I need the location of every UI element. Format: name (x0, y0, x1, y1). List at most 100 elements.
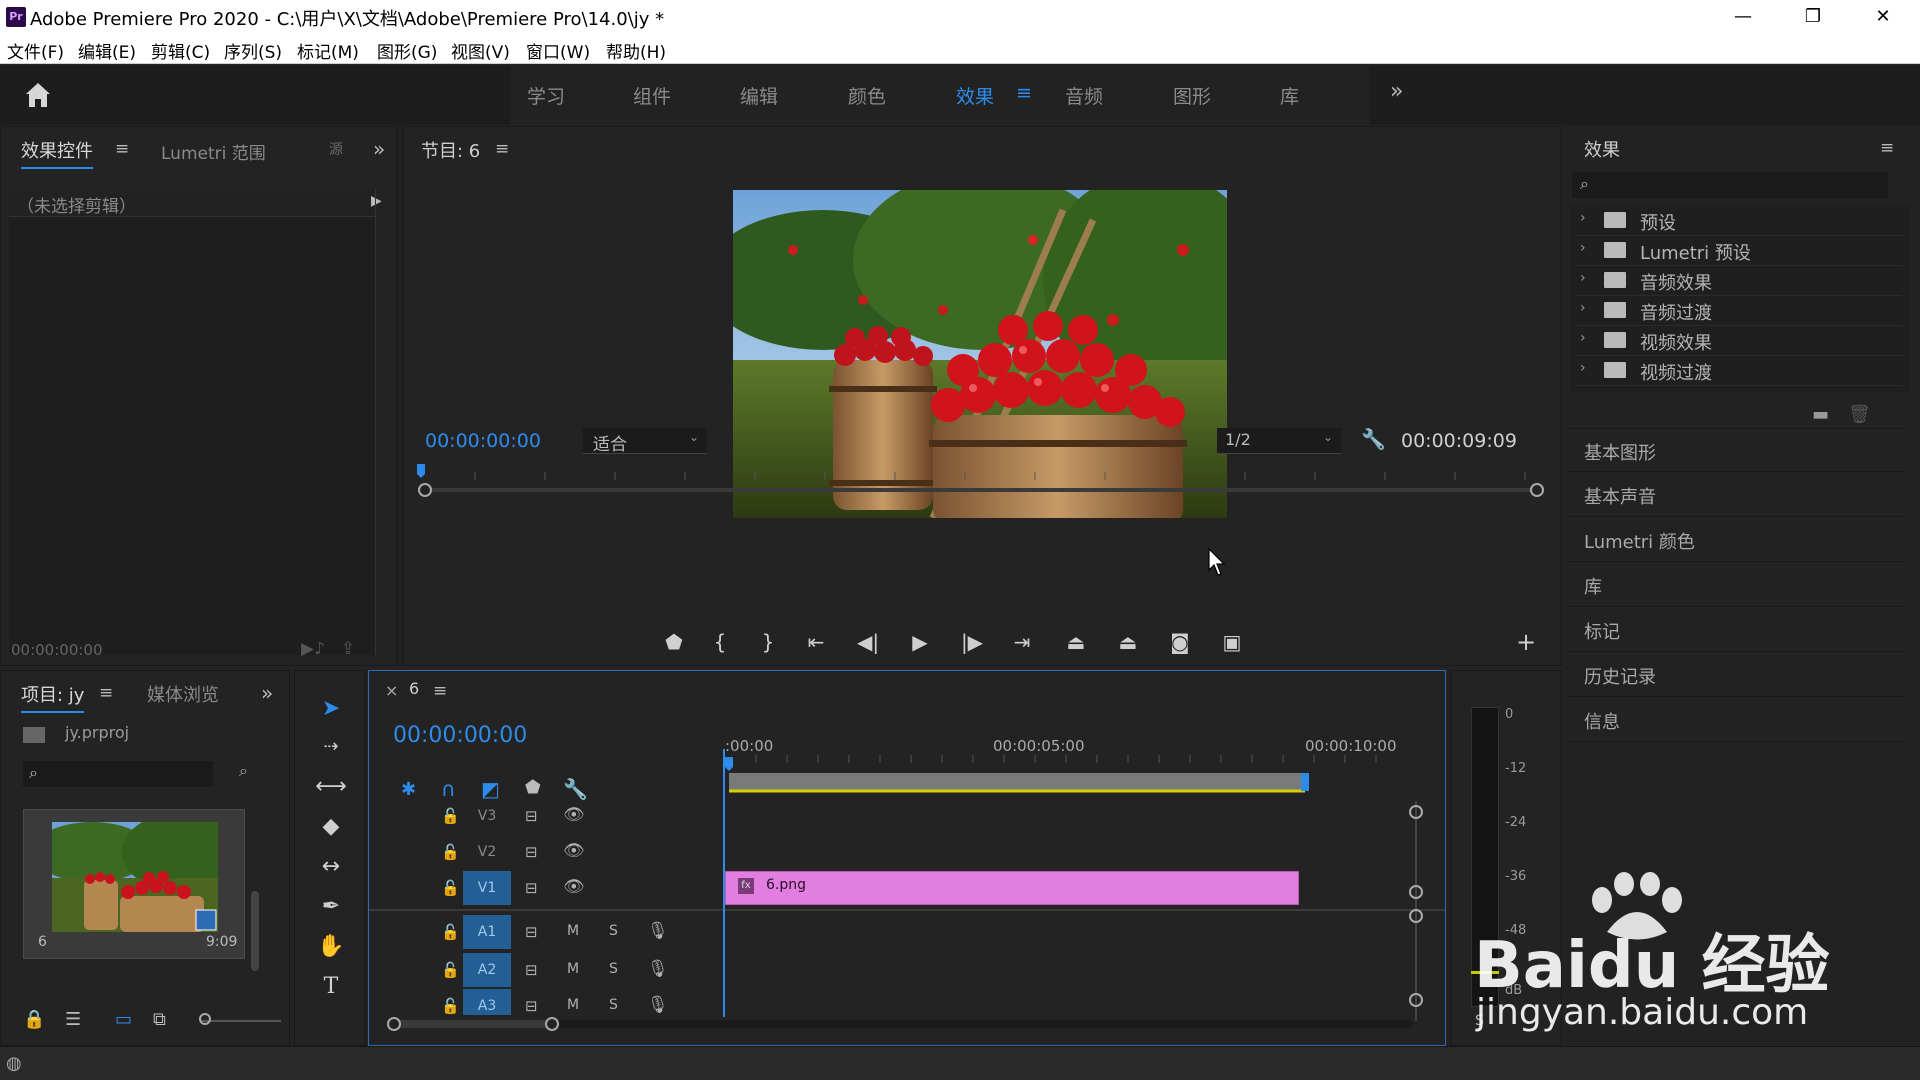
go-to-out-icon[interactable]: ⇥ (1007, 627, 1037, 657)
type-tool-icon[interactable]: T (313, 969, 349, 1005)
solo-button[interactable]: S (609, 923, 618, 939)
ws-tab-effects[interactable]: 效果 (956, 82, 994, 109)
menu-sequence[interactable]: 序列(S) (224, 38, 282, 63)
tab-source[interactable]: 源 (329, 139, 343, 159)
menu-help[interactable]: 帮助(H) (606, 38, 666, 63)
solo-button[interactable]: S (609, 997, 618, 1013)
zoom-slider[interactable] (201, 1020, 281, 1022)
export-icon[interactable]: ⇪ (341, 639, 355, 659)
zoom-handle-left[interactable] (387, 1017, 401, 1031)
menu-file[interactable]: 文件(F) (7, 38, 64, 63)
section-libraries[interactable]: 库 (1566, 563, 1906, 607)
lock-track-icon[interactable]: 🔓 (441, 961, 460, 979)
program-title[interactable]: 节目: 6 (421, 137, 480, 163)
hand-tool-icon[interactable]: ✋ (313, 929, 349, 965)
menu-view[interactable]: 视图(V) (451, 38, 510, 63)
restore-button[interactable]: ❐ (1778, 0, 1848, 34)
section-info[interactable]: 信息 (1566, 698, 1906, 742)
comparison-view-icon[interactable]: ▣ (1217, 627, 1247, 657)
nest-toggle-icon[interactable]: ✱ (401, 779, 416, 800)
tab-media-browser[interactable]: 媒体浏览 (147, 681, 219, 707)
ws-tab-assembly[interactable]: 组件 (633, 82, 671, 109)
sync-lock-icon[interactable]: ⊟ (525, 843, 538, 861)
menu-graphics[interactable]: 图形(G) (377, 38, 437, 63)
ws-tab-graphics[interactable]: 图形 (1173, 82, 1211, 109)
folder-audio-effects[interactable]: › 音频效果 (1576, 266, 1902, 296)
lift-icon[interactable]: ⏏ (1061, 627, 1091, 657)
ripple-edit-tool-icon[interactable]: ⟷ (313, 769, 349, 805)
resolution-dropdown[interactable]: 1/2 ⌄ (1217, 428, 1341, 454)
project-item-thumbnail[interactable]: 6 9:09 (23, 809, 245, 959)
sync-lock-icon[interactable]: ⊟ (525, 961, 538, 979)
track-label[interactable]: V2 (463, 835, 511, 869)
section-essential-sound[interactable]: 基本声音 (1566, 473, 1906, 517)
step-back-icon[interactable]: ◀| (853, 627, 883, 657)
horizontal-scrollbar-thumb[interactable] (393, 1020, 553, 1028)
ws-tab-color[interactable]: 颜色 (848, 82, 886, 109)
effect-controls-more-icon[interactable]: » (373, 137, 385, 161)
mute-button[interactable]: M (567, 923, 579, 939)
add-marker-icon[interactable]: ⬟ (659, 627, 689, 657)
project-search-input[interactable]: ⌕ (23, 761, 213, 787)
timeline-ruler[interactable] (725, 755, 1425, 795)
track-label[interactable]: V3 (463, 799, 511, 833)
timeline-menu-icon[interactable]: ≡ (433, 681, 447, 701)
tab-lumetri-scopes[interactable]: Lumetri 范围 (161, 139, 266, 164)
mark-out-icon[interactable]: } (753, 627, 783, 657)
section-history[interactable]: 历史记录 (1566, 653, 1906, 697)
mute-button[interactable]: M (567, 961, 579, 977)
program-current-time[interactable]: 00:00:00:00 (425, 430, 541, 452)
sync-lock-icon[interactable]: ⊟ (525, 807, 538, 825)
scroll-handle[interactable] (1409, 885, 1423, 899)
go-to-in-icon[interactable]: ⇤ (801, 627, 831, 657)
microphone-icon[interactable]: 🎙 (647, 995, 669, 1015)
tab-effect-controls[interactable]: 效果控件 (21, 137, 93, 169)
track-label[interactable]: A2 (463, 953, 511, 987)
pen-tool-icon[interactable]: ✒ (313, 889, 349, 925)
project-menu-icon[interactable]: ≡ (99, 683, 113, 703)
folder-video-transitions[interactable]: › 视频过渡 (1576, 356, 1902, 386)
lock-track-icon[interactable]: 🔓 (441, 997, 460, 1015)
menu-marker[interactable]: 标记(M) (297, 38, 359, 63)
folder-video-effects[interactable]: › 视频效果 (1576, 326, 1902, 356)
razor-tool-icon[interactable]: ◆ (313, 809, 349, 845)
timeline-clip[interactable]: fx 6.png (725, 871, 1299, 905)
play-audio-icon[interactable]: ▶♪ (301, 639, 325, 659)
section-essential-graphics[interactable]: 基本图形 (1566, 428, 1906, 472)
expand-arrow-icon[interactable]: ▶ (371, 193, 382, 209)
new-bin-icon[interactable]: ▬ (1812, 404, 1829, 425)
ws-tab-learn[interactable]: 学习 (527, 82, 565, 109)
scroll-handle[interactable] (1409, 993, 1423, 1007)
zoom-handle-right[interactable] (545, 1017, 559, 1031)
ws-tab-editing[interactable]: 编辑 (740, 82, 778, 109)
eye-icon[interactable]: 👁 (563, 841, 585, 861)
program-time-ruler[interactable] (415, 462, 1555, 498)
home-icon[interactable] (22, 79, 54, 111)
icon-view-icon[interactable]: ▭ (115, 1009, 132, 1030)
track-label[interactable]: V1 (463, 871, 511, 905)
sequence-name[interactable]: 6 (409, 679, 419, 698)
sync-lock-icon[interactable]: ⊟ (525, 997, 538, 1015)
snap-magnet-icon[interactable]: ∩ (441, 777, 456, 801)
folder-lumetri-presets[interactable]: › Lumetri 预设 (1576, 236, 1902, 266)
close-window-button[interactable]: ✕ (1848, 0, 1918, 34)
close-sequence-icon[interactable]: × (385, 681, 398, 700)
menu-clip[interactable]: 剪辑(C) (151, 38, 210, 63)
timeline-settings-wrench-icon[interactable]: 🔧 (563, 777, 588, 801)
microphone-icon[interactable]: 🎙 (647, 959, 669, 979)
tab-project[interactable]: 项目: jy (21, 681, 85, 713)
play-icon[interactable]: ▶ (905, 627, 935, 657)
playhead[interactable] (723, 749, 725, 1017)
zoom-slider-handle[interactable] (199, 1013, 211, 1025)
scroll-handle[interactable] (1409, 909, 1423, 923)
folder-audio-transitions[interactable]: › 音频过渡 (1576, 296, 1902, 326)
effects-menu-icon[interactable]: ≡ (1880, 138, 1894, 158)
section-lumetri-color[interactable]: Lumetri 颜色 (1566, 518, 1906, 562)
delete-trash-icon[interactable]: 🗑 (1848, 404, 1871, 425)
linked-selection-icon[interactable]: ◩ (481, 777, 500, 801)
ws-tab-audio[interactable]: 音频 (1065, 82, 1103, 109)
export-frame-camera-icon[interactable]: ◙ (1165, 627, 1195, 657)
solo-button[interactable]: S (609, 961, 618, 977)
timeline-timecode[interactable]: 00:00:00:00 (393, 723, 527, 748)
selection-tool-icon[interactable]: ➤ (313, 691, 349, 727)
